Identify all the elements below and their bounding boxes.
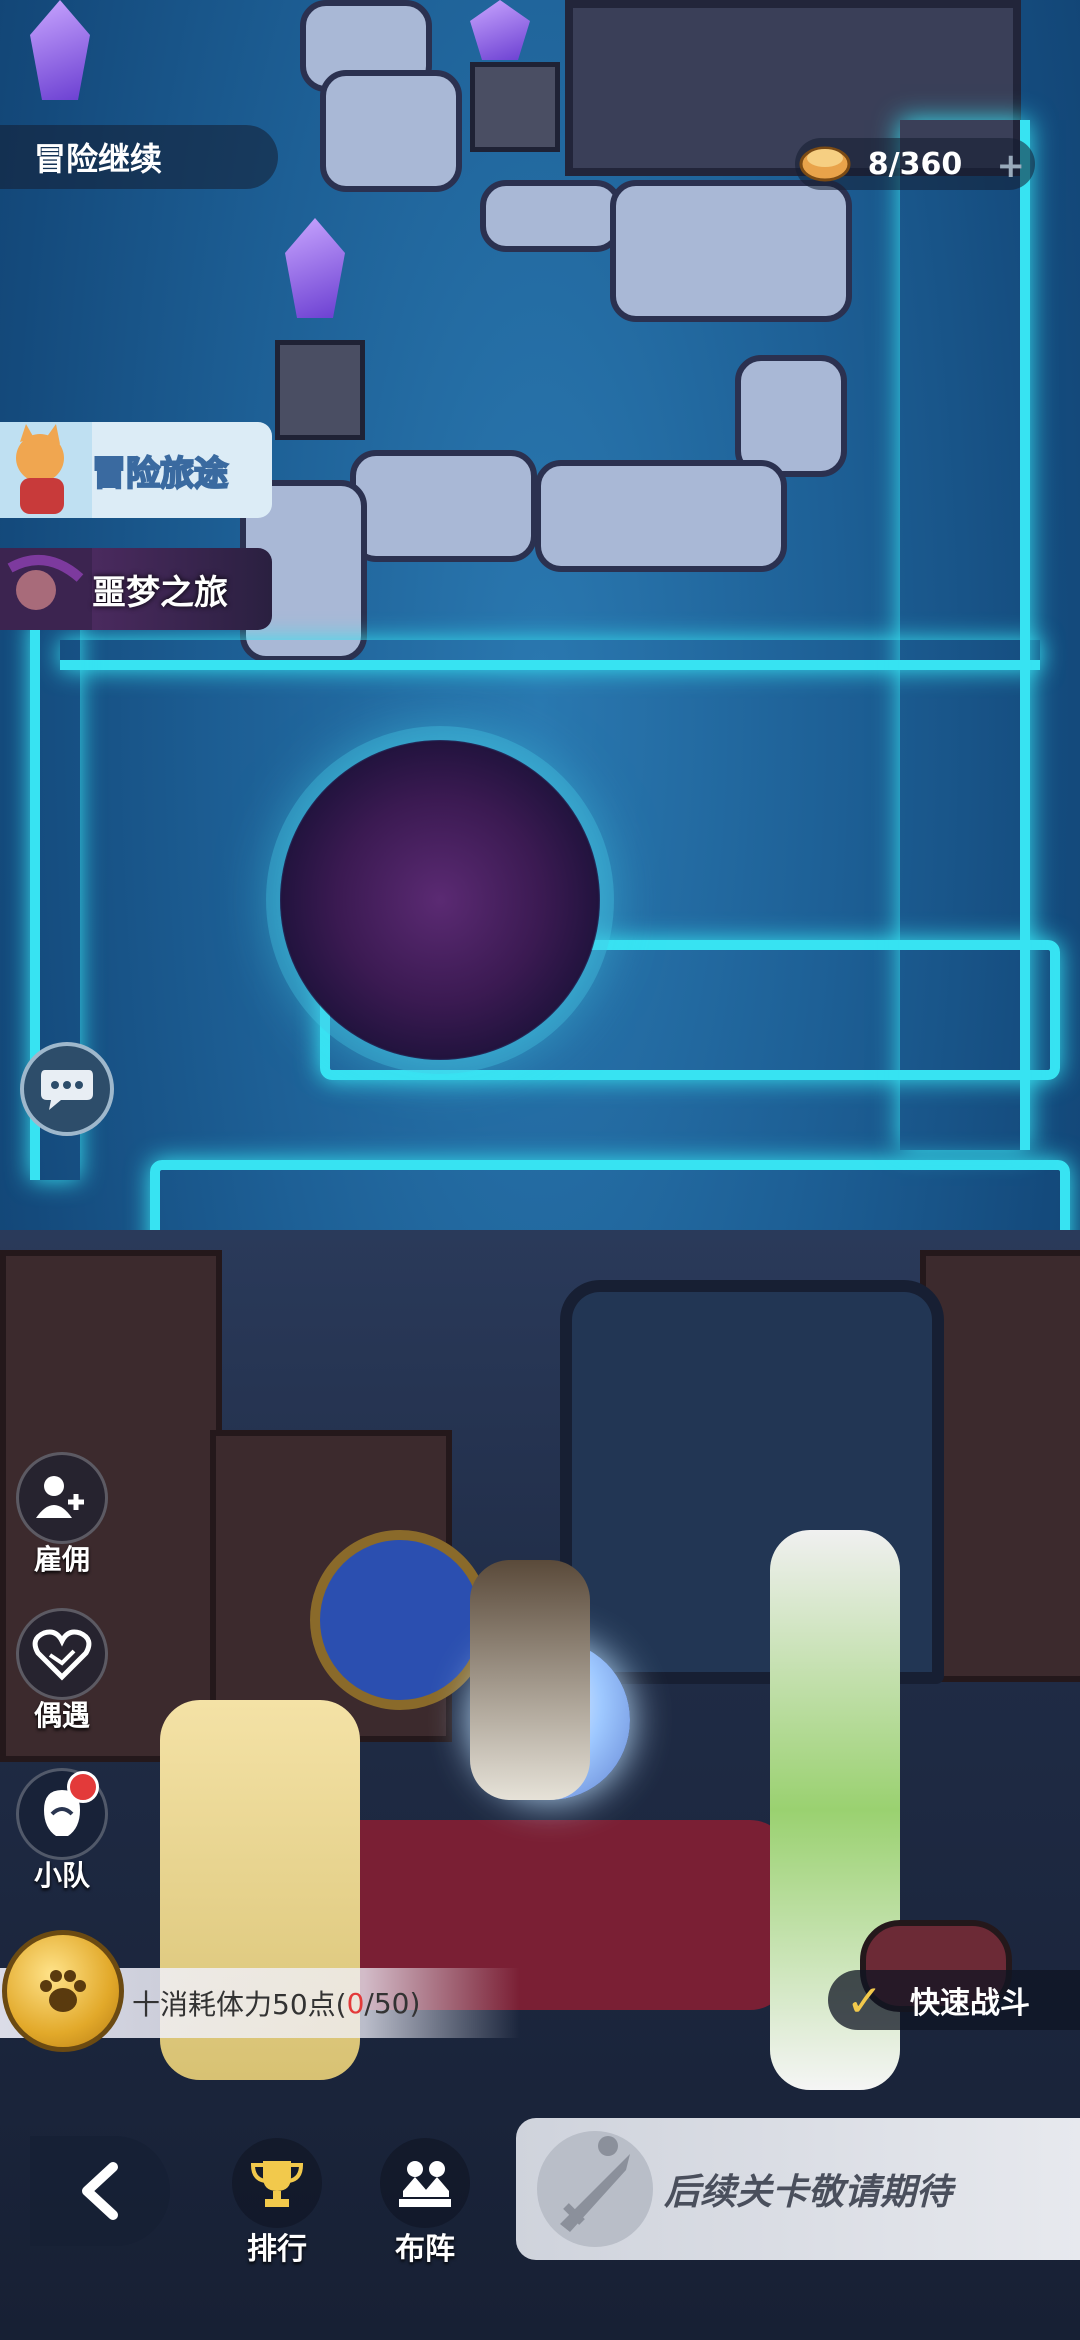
adventure-journey-label: 冒险旅途 [91, 453, 229, 495]
team-label: 小队 [33, 1859, 90, 1892]
glow-border [900, 120, 1030, 1150]
encounter-icon [32, 1629, 92, 1681]
paw-coin-button[interactable] [2, 1930, 124, 2052]
hire-button[interactable]: 雇佣 [14, 1452, 110, 1578]
cost-suffix: /50) [364, 1986, 421, 2020]
stamina-counter[interactable]: 8/360 + [795, 138, 1035, 190]
encounter-label: 偶遇 [33, 1699, 90, 1732]
notification-badge [67, 1771, 99, 1803]
team-button[interactable]: 小队 [14, 1768, 110, 1894]
glow-border [60, 640, 1040, 670]
formation-button[interactable]: 布阵 [370, 2138, 480, 2268]
ranking-label: 排行 [247, 2232, 307, 2267]
chat-button[interactable] [20, 1042, 114, 1136]
cat-portrait-icon [0, 422, 92, 518]
globe [310, 1530, 490, 1710]
quick-battle-button[interactable]: ✓ 快速战斗 [828, 1970, 1080, 2030]
cost-prefix: 十消耗体力50点( [132, 1988, 347, 2021]
check-icon: ✓ [846, 1976, 883, 2027]
add-stamina-icon[interactable]: + [997, 146, 1026, 186]
formation-icon [399, 2161, 451, 2207]
sword-emblem-icon [537, 2131, 653, 2247]
encounter-button[interactable]: 偶遇 [14, 1608, 110, 1734]
path-stone [350, 450, 537, 562]
dark-portal[interactable] [280, 740, 600, 1060]
nightmare-journey-card[interactable]: 噩梦之旅 [0, 548, 272, 630]
path-stone [735, 355, 847, 477]
pedestal [275, 340, 365, 440]
chat-bubble-icon [41, 1070, 93, 1110]
character-boy [470, 1560, 590, 1800]
quick-battle-label: 快速战斗 [910, 1986, 1030, 2021]
trophy-icon [250, 2161, 304, 2207]
hire-icon [36, 1476, 84, 1518]
pedestal [470, 62, 560, 152]
back-button[interactable] [30, 2136, 170, 2246]
stamina-value: 8/360 [867, 146, 963, 182]
adventure-journey-card[interactable]: 冒险旅途 [0, 422, 272, 518]
path-stone [535, 460, 787, 572]
next-stage-label: 后续关卡敬请期待 [664, 2172, 953, 2213]
paw-icon [40, 1970, 86, 2012]
bookcase [920, 1250, 1080, 1682]
next-stage-banner: 后续关卡敬请期待 [516, 2118, 1080, 2260]
bread-icon [799, 146, 851, 182]
back-arrow-icon [82, 2162, 118, 2220]
cost-current: 0 [346, 1986, 365, 2020]
nightmare-portrait-icon [0, 548, 92, 630]
adventure-continue-label: 冒险继续 [0, 125, 278, 189]
ranking-button[interactable]: 排行 [222, 2138, 332, 2268]
hire-label: 雇佣 [33, 1543, 90, 1576]
path-stone [480, 180, 622, 252]
path-stone [320, 70, 462, 192]
nightmare-journey-label: 噩梦之旅 [92, 572, 228, 613]
formation-label: 布阵 [395, 2232, 455, 2267]
path-stone [610, 180, 852, 322]
